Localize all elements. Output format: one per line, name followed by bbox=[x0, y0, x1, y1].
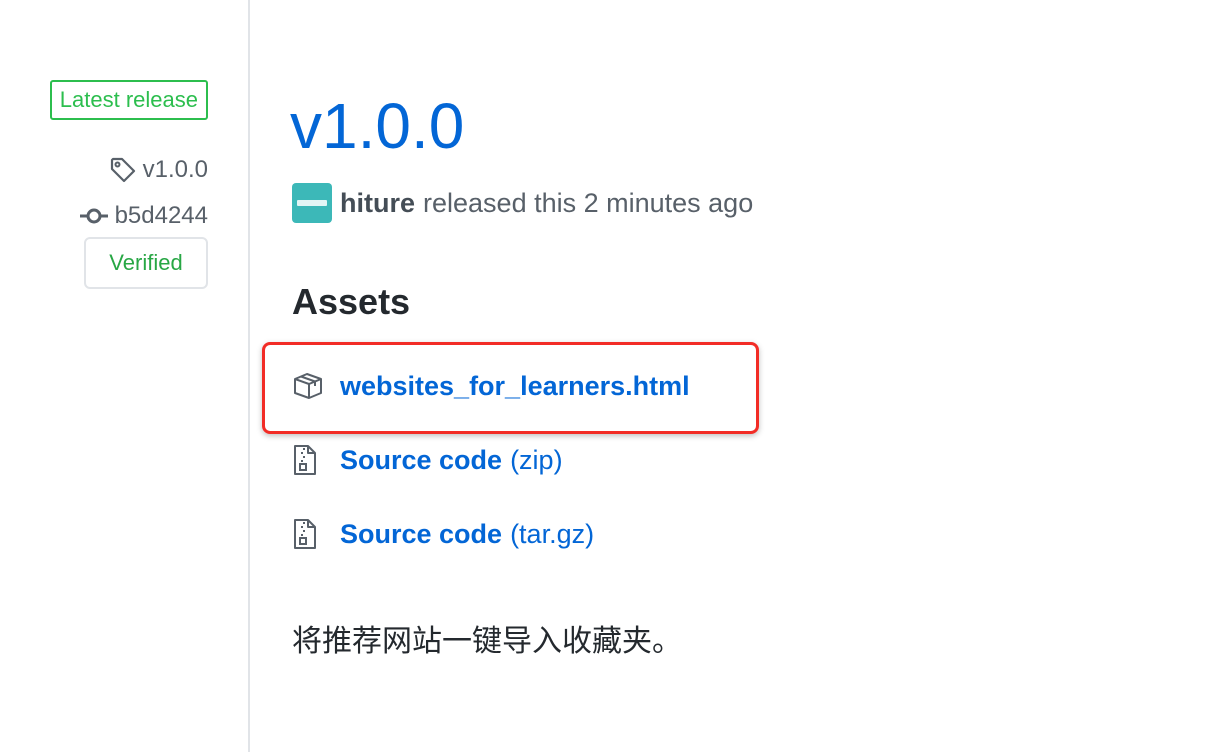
asset-item[interactable]: Source code (tar.gz) bbox=[292, 514, 594, 554]
asset-item[interactable]: Source code (zip) bbox=[292, 440, 563, 480]
tag-icon bbox=[109, 156, 137, 184]
release-title[interactable]: v1.0.0 bbox=[290, 88, 464, 164]
commit-sha: b5d4244 bbox=[114, 202, 208, 229]
release-description: 将推荐网站一键导入收藏夹。 bbox=[292, 625, 682, 658]
sidebar-divider bbox=[248, 0, 250, 752]
commit-link[interactable]: b5d4244 bbox=[79, 201, 208, 231]
release-time-text: released this 2 minutes ago bbox=[423, 187, 754, 218]
source-targz-link[interactable]: Source code bbox=[340, 519, 502, 550]
latest-release-badge[interactable]: Latest release bbox=[49, 80, 208, 120]
tag-link[interactable]: v1.0.0 bbox=[109, 155, 208, 185]
assets-heading: Assets bbox=[292, 281, 411, 322]
highlight-annotation bbox=[262, 342, 759, 434]
release-byline: hiture released this 2 minutes ago bbox=[292, 183, 753, 223]
avatar-logo-icon bbox=[297, 200, 327, 206]
author-name[interactable]: hiture bbox=[340, 188, 415, 219]
tag-label: v1.0.0 bbox=[142, 156, 208, 183]
avatar[interactable] bbox=[292, 183, 332, 223]
release-sidebar: Latest release v1.0.0 b5d4244 Verified bbox=[0, 0, 248, 752]
source-targz-format[interactable]: (tar.gz) bbox=[510, 519, 594, 550]
file-zip-icon bbox=[292, 518, 328, 550]
release-page: Latest release v1.0.0 b5d4244 Verified v… bbox=[0, 0, 1218, 752]
git-commit-icon bbox=[79, 206, 109, 226]
source-zip-link[interactable]: Source code bbox=[340, 445, 502, 476]
file-zip-icon bbox=[292, 444, 328, 476]
verified-badge[interactable]: Verified bbox=[84, 237, 208, 289]
source-zip-format[interactable]: (zip) bbox=[510, 445, 563, 476]
